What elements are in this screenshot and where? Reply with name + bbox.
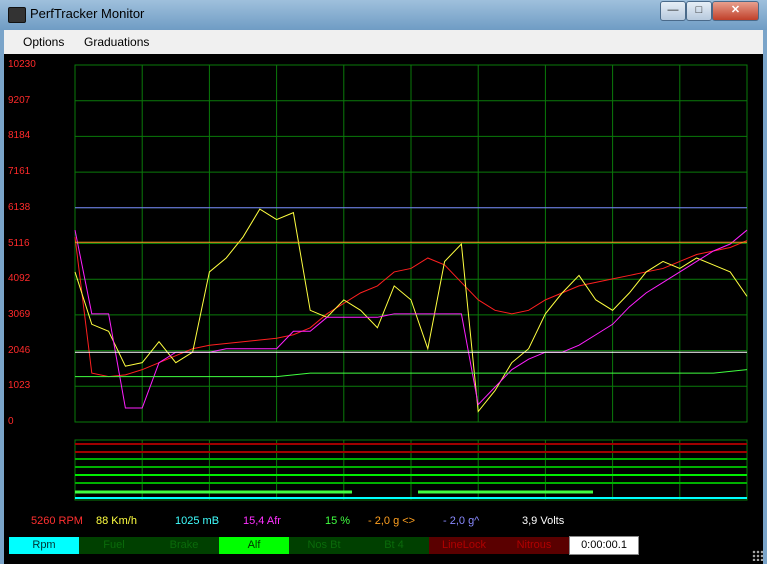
y-tick-label: 1023 (8, 380, 31, 392)
channel-button-linelock[interactable]: LineLock (429, 537, 499, 554)
channel-button-fuel[interactable]: Fuel (79, 537, 149, 554)
y-tick-label: 4092 (8, 273, 31, 285)
channel-button-nos-bt[interactable]: Nos Bt (289, 537, 359, 554)
g-lateral-readout: - 2,0 g <> (368, 515, 416, 527)
y-tick-label: 2046 (8, 344, 31, 356)
y-tick-label: 3069 (8, 308, 31, 320)
rpm-readout: 5260 RPM (31, 515, 83, 527)
g-longitudinal-readout: - 2,0 g^ (443, 515, 480, 527)
y-tick-label: 7161 (8, 166, 31, 178)
speed-readout: 88 Km/h (96, 515, 137, 527)
resize-grip-icon[interactable] (752, 550, 763, 561)
voltage-readout: 3,9 Volts (522, 515, 565, 527)
digital-channel-panel (74, 439, 748, 501)
performance-chart (74, 64, 748, 501)
channel-button-rpm[interactable]: Rpm (9, 537, 79, 554)
timer-display: 0:00:00.1 (569, 536, 639, 555)
y-tick-label: 8184 (8, 130, 31, 142)
channel-button-nitrous[interactable]: Nitrous (499, 537, 569, 554)
chart-grid (74, 64, 748, 423)
y-tick-label: 5116 (8, 237, 30, 249)
y-tick-label: 10230 (8, 59, 36, 70)
channel-button-brake[interactable]: Brake (149, 537, 219, 554)
y-tick-label: 6138 (8, 201, 31, 213)
y-tick-label: 9207 (8, 94, 31, 106)
percent-readout: 15 % (325, 515, 351, 527)
channel-button-alf[interactable]: Alf (219, 537, 289, 554)
y-tick-label: 0 (8, 416, 14, 427)
pressure-readout: 1025 mB (175, 515, 220, 527)
channel-button-bt-4[interactable]: Bt 4 (359, 537, 429, 554)
afr-readout: 15,4 Afr (243, 515, 281, 527)
